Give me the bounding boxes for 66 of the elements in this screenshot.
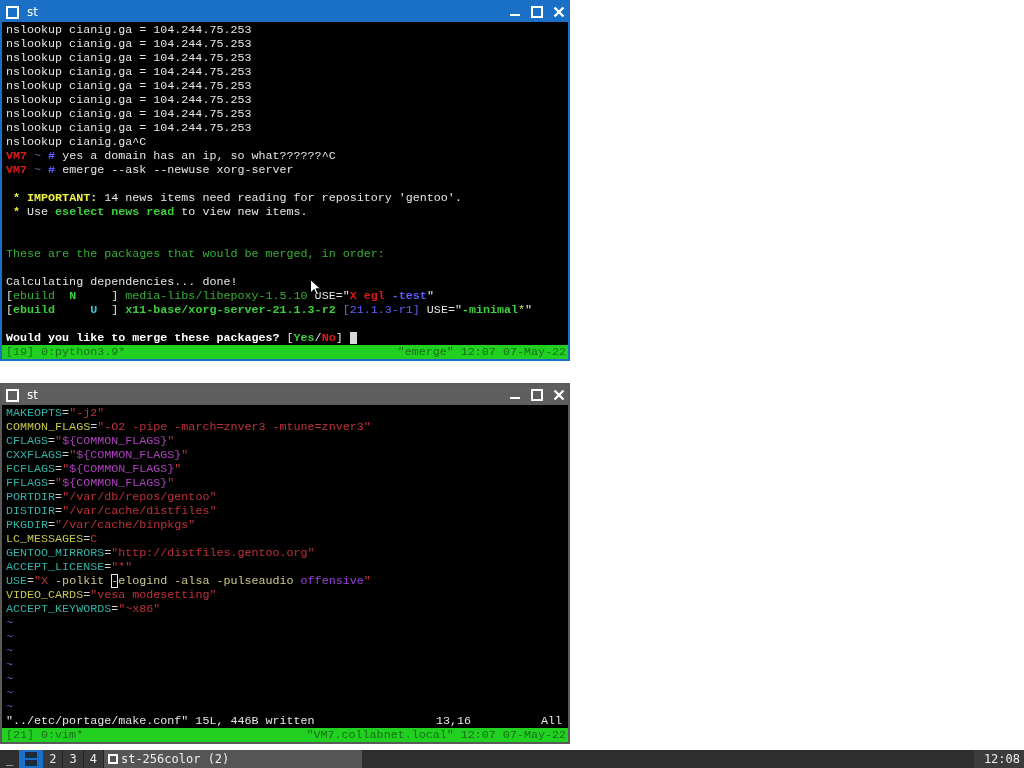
terminal-line: ~	[6, 658, 13, 672]
terminal-line: nslookup cianig.ga = 104.244.75.253	[6, 121, 252, 135]
close-icon[interactable]	[553, 6, 565, 18]
terminal-line: MAKEOPTS="-j2"	[6, 406, 105, 420]
task-title: st-256color (2)	[120, 752, 230, 766]
taskbar-task[interactable]: st-256color (2)	[103, 750, 362, 768]
layout-button[interactable]	[19, 750, 44, 768]
terminal-line: ACCEPT_KEYWORDS="~x86"	[6, 602, 161, 616]
terminal-line: VM7 ~ # emerge --ask --newuse xorg-server	[6, 163, 294, 177]
terminal-line: * IMPORTANT: 14 news items need reading for repository 'gentoo'.	[12, 191, 462, 205]
window-icon	[6, 388, 19, 402]
window-title: st	[27, 5, 38, 19]
terminal-line: ~	[6, 686, 13, 700]
terminal-line: CXXFLAGS="${COMMON_FLAGS}"	[6, 448, 189, 462]
terminal-line: VM7 ~ # yes a domain has an ip, so what??????^C	[6, 149, 336, 163]
terminal-line: nslookup cianig.ga = 104.244.75.253	[6, 23, 252, 37]
terminal-line: LC_MESSAGES=C	[6, 532, 98, 546]
terminal-line: ~	[6, 630, 13, 644]
window-icon	[107, 754, 118, 764]
terminal-line: Calculating dependencies... done!	[6, 275, 238, 289]
workspace-tab[interactable]: 3	[63, 750, 84, 768]
maximize-icon[interactable]	[531, 6, 543, 18]
terminal-line: nslookup cianig.ga = 104.244.75.253	[6, 51, 252, 65]
terminal-line: USE="X -polkit -elogind -alsa -pulseaudio offensive"	[6, 574, 371, 588]
tmux-status-right: "VM7.collabnet.local" 12:07 07-May-22	[306, 728, 566, 742]
terminal-line: nslookup cianig.ga = 104.244.75.253	[6, 93, 252, 107]
terminal-line: ACCEPT_LICENSE="*"	[6, 560, 133, 574]
terminal-line: PORTDIR="/var/db/repos/gentoo"	[6, 490, 217, 504]
cursor-position: 13,16	[435, 714, 471, 728]
status-message: "../etc/portage/make.conf" 15L, 446B written	[6, 714, 315, 728]
window-icon	[6, 5, 19, 19]
close-icon[interactable]	[553, 389, 565, 401]
terminal-line: COMMON_FLAGS="-O2 -pipe -march=znver3 -mtune=znver3"	[6, 420, 371, 434]
tmux-window-list: [19] 0:python3.9*	[6, 345, 126, 359]
terminal-line: VIDEO_CARDS="vesa modesetting"	[6, 588, 217, 602]
terminal-line: DISTDIR="/var/cache/distfiles"	[6, 504, 217, 518]
workspace-tab[interactable]: 4	[83, 750, 104, 768]
terminal-line: ~	[6, 700, 13, 714]
terminal-line: Would you like to merge these packages? [Yes/No]	[6, 331, 344, 345]
scroll-position: All	[540, 714, 562, 728]
terminal-line: [ebuild U ] x11-base/xorg-server-21.1.3-r2 [21.1.3-r1] USE="-minimal*"	[6, 303, 533, 317]
terminal-line: CFLAGS="${COMMON_FLAGS}"	[6, 434, 175, 448]
terminal-line: GENTOO_MIRRORS="http://distfiles.gentoo.org"	[6, 546, 315, 560]
tmux-status-right: "emerge" 12:07 07-May-22	[397, 345, 566, 359]
terminal-line: FCFLAGS="${COMMON_FLAGS}"	[6, 462, 182, 476]
terminal-line: ~	[6, 644, 13, 658]
maximize-icon[interactable]	[531, 389, 543, 401]
tmux-window-list: [21] 0:vim*	[6, 728, 84, 742]
terminal-line: nslookup cianig.ga = 104.244.75.253	[6, 79, 252, 93]
hidden-marker: _	[5, 752, 15, 766]
workspace-tab[interactable]: 2	[43, 750, 64, 768]
window-title: st	[27, 388, 38, 402]
terminal-line: nslookup cianig.ga = 104.244.75.253	[6, 37, 252, 51]
terminal-line: nslookup cianig.ga^C	[6, 135, 147, 149]
terminal-line: FFLAGS="${COMMON_FLAGS}"	[6, 476, 175, 490]
clock: 12:08	[973, 750, 1024, 768]
text-cursor	[349, 332, 357, 344]
terminal-line: These are the packages that would be merged, in order:	[6, 247, 385, 261]
layout-icon	[25, 752, 38, 766]
terminal-line: ~	[6, 616, 13, 630]
terminal-line: * Use eselect news read to view new items.	[12, 205, 308, 219]
terminal-line: nslookup cianig.ga = 104.244.75.253	[6, 65, 252, 79]
terminal-line: [ebuild N ] media-libs/libepoxy-1.5.10 USE="X egl -test"	[6, 289, 434, 303]
terminal-line: ~	[6, 672, 13, 686]
terminal-line: nslookup cianig.ga = 104.244.75.253	[6, 107, 252, 121]
terminal-line: PKGDIR="/var/cache/binpkgs"	[6, 518, 196, 532]
